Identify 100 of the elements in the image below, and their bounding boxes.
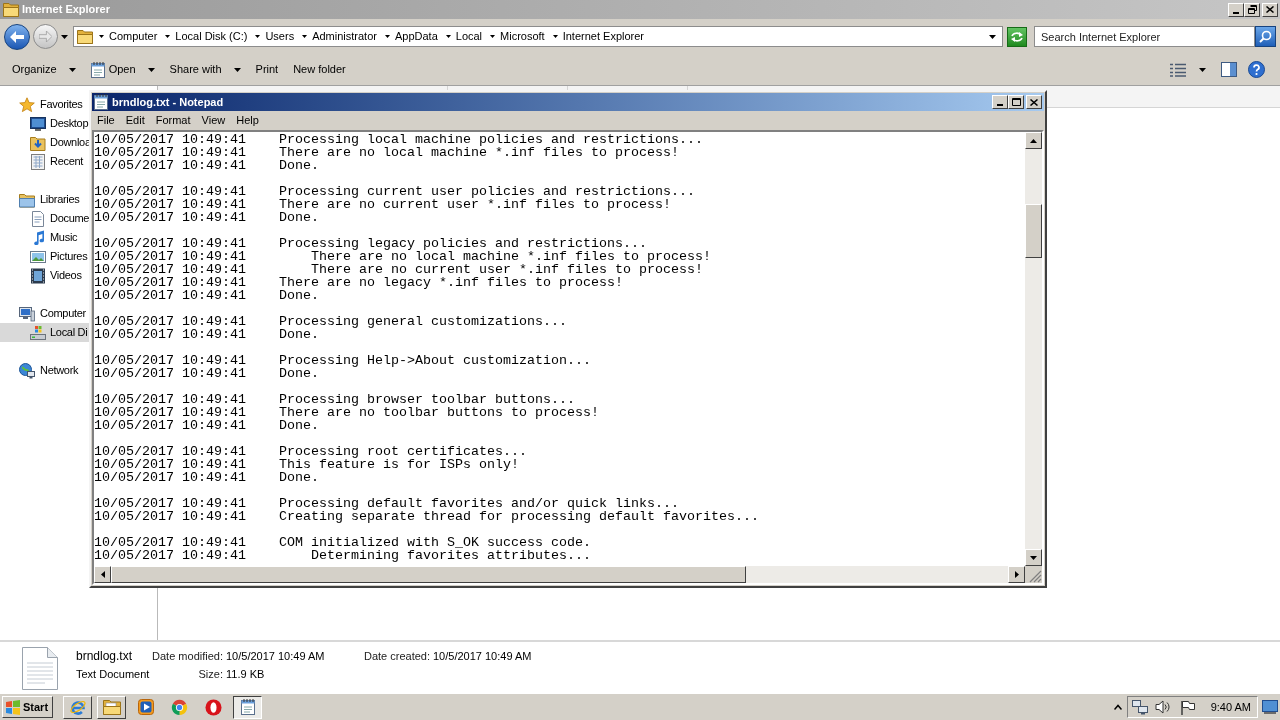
address-bar[interactable]: Computer Local Disk (C:) Users Administrator AppData Local Microsoft Internet Explorer bbox=[73, 26, 1003, 47]
nav-item[interactable]: Computer bbox=[0, 304, 89, 323]
preview-pane-icon[interactable] bbox=[1221, 62, 1237, 77]
scroll-up-button[interactable] bbox=[1025, 132, 1042, 149]
breadcrumb-item[interactable]: Local bbox=[455, 28, 483, 45]
refresh-button[interactable] bbox=[1007, 26, 1027, 47]
log-message: There are no current user *.inf files to process! bbox=[279, 198, 671, 211]
folder-arrow-icon bbox=[30, 134, 46, 151]
file-icon bbox=[22, 647, 58, 690]
caret-icon[interactable] bbox=[490, 35, 496, 38]
breadcrumb-item[interactable]: Users bbox=[265, 28, 295, 45]
toolbar-button[interactable]: Print bbox=[248, 57, 286, 82]
nav-item[interactable]: Favorites bbox=[0, 95, 89, 114]
restore-button[interactable] bbox=[1244, 2, 1260, 17]
log-timestamp: 10/05/2017 10:49:41 bbox=[94, 392, 246, 407]
caret-icon[interactable] bbox=[445, 35, 451, 38]
text-area[interactable] bbox=[94, 132, 1025, 566]
nav-item[interactable]: Docume bbox=[0, 209, 89, 228]
flag-icon[interactable] bbox=[1179, 699, 1195, 715]
horizontal-scrollbar[interactable] bbox=[94, 566, 1025, 583]
left-arrow-icon bbox=[10, 30, 24, 43]
show-desktop-icon[interactable] bbox=[1262, 700, 1278, 714]
list-view-icon[interactable] bbox=[1170, 62, 1186, 77]
nav-item[interactable]: Network bbox=[0, 361, 89, 380]
property-label: Date modified: bbox=[152, 648, 224, 664]
network-icon bbox=[19, 362, 35, 379]
log-message: Processing general customizations... bbox=[279, 315, 567, 328]
toolbar-button[interactable]: Organize bbox=[5, 57, 83, 82]
log-message: There are no toolbar buttons to process! bbox=[279, 406, 599, 419]
log-timestamp: 10/05/2017 10:49:41 bbox=[94, 210, 246, 225]
property-value: 10/5/2017 10:49 AM bbox=[226, 648, 326, 664]
close-button[interactable] bbox=[1026, 95, 1042, 109]
minimize-button[interactable] bbox=[1228, 2, 1244, 17]
log-message: This feature is for ISPs only! bbox=[279, 458, 519, 471]
scroll-thumb[interactable] bbox=[111, 566, 746, 583]
scroll-thumb[interactable] bbox=[1025, 204, 1042, 258]
log-message: Processing Help->About customization... bbox=[279, 354, 591, 367]
log-message: Processing legacy policies and restrictions... bbox=[279, 237, 647, 250]
help-icon[interactable] bbox=[1248, 61, 1265, 78]
folder-icon bbox=[77, 29, 93, 44]
scroll-left-button[interactable] bbox=[94, 566, 111, 583]
caret-icon[interactable] bbox=[255, 35, 261, 38]
log-timestamp: 10/05/2017 10:49:41 bbox=[94, 444, 246, 459]
log-timestamp: 10/05/2017 10:49:41 bbox=[94, 496, 246, 511]
vertical-scrollbar[interactable] bbox=[1025, 132, 1042, 566]
right-arrow-icon bbox=[39, 31, 52, 42]
menu-item[interactable]: Edit bbox=[120, 112, 150, 129]
folder-icon bbox=[19, 191, 35, 208]
breadcrumb-item[interactable]: Microsoft bbox=[500, 28, 545, 45]
caret-icon[interactable] bbox=[61, 34, 68, 39]
nav-item[interactable]: Desktop bbox=[0, 114, 89, 133]
maximize-button[interactable] bbox=[1008, 95, 1024, 109]
minimize-icon bbox=[1233, 11, 1239, 14]
back-button[interactable] bbox=[4, 23, 30, 50]
nav-item[interactable]: Recent bbox=[0, 152, 89, 171]
close-button[interactable] bbox=[1262, 2, 1278, 17]
caret-icon[interactable] bbox=[165, 35, 171, 38]
nav-item[interactable]: Libraries bbox=[0, 190, 89, 209]
minimize-icon bbox=[997, 104, 1003, 106]
menu-item[interactable]: Format bbox=[150, 112, 196, 129]
taskbar-button[interactable] bbox=[233, 695, 262, 719]
caret-icon[interactable] bbox=[99, 35, 104, 38]
scroll-right-button[interactable] bbox=[1008, 566, 1025, 583]
left-arrow-icon bbox=[100, 571, 105, 578]
caret-icon[interactable] bbox=[384, 35, 390, 38]
nav-item[interactable]: Pictures bbox=[0, 247, 89, 266]
toolbar-button[interactable]: New folder bbox=[286, 57, 353, 82]
speaker-icon[interactable] bbox=[1154, 700, 1170, 714]
minimize-button[interactable] bbox=[992, 95, 1008, 109]
start-button[interactable]: Start bbox=[2, 696, 53, 718]
caret-icon bbox=[68, 67, 76, 72]
nav-item[interactable]: Music bbox=[0, 228, 89, 247]
search-field[interactable]: Search Internet Explorer bbox=[1034, 26, 1255, 47]
caret-icon[interactable] bbox=[989, 34, 996, 39]
scroll-down-button[interactable] bbox=[1025, 549, 1042, 566]
caret-icon[interactable] bbox=[302, 35, 308, 38]
search-button[interactable] bbox=[1255, 26, 1276, 47]
star-icon bbox=[19, 96, 35, 113]
menu-item[interactable]: File bbox=[92, 112, 120, 129]
nav-item[interactable]: Videos bbox=[0, 266, 89, 285]
menu-item[interactable]: Help bbox=[231, 112, 264, 129]
toolbar-button[interactable]: Open bbox=[83, 57, 162, 82]
breadcrumb-item[interactable]: Administrator bbox=[312, 28, 377, 45]
log-message: Processing browser toolbar buttons... bbox=[279, 393, 575, 406]
nav-item[interactable]: Local Di bbox=[0, 323, 89, 342]
toolbar-button[interactable]: Share with bbox=[162, 57, 248, 82]
caret-icon[interactable] bbox=[552, 35, 558, 38]
breadcrumb-item[interactable]: Local Disk (C:) bbox=[175, 28, 248, 45]
log-message: Determining favorites attributes... bbox=[311, 549, 591, 562]
breadcrumb-item[interactable]: Internet Explorer bbox=[562, 28, 644, 45]
caret-icon[interactable] bbox=[1199, 67, 1206, 72]
chevron-up-icon[interactable] bbox=[1113, 704, 1122, 710]
document-grid-icon bbox=[30, 153, 46, 170]
breadcrumb-item[interactable]: AppData bbox=[394, 28, 438, 45]
clock[interactable]: 9:40 AM bbox=[1210, 698, 1251, 716]
network-icon[interactable] bbox=[1131, 699, 1148, 715]
breadcrumb-item[interactable]: Computer bbox=[109, 28, 158, 45]
refresh-icon bbox=[1010, 30, 1024, 43]
log-timestamp: 10/05/2017 10:49:41 bbox=[94, 405, 246, 420]
menu-item[interactable]: View bbox=[196, 112, 231, 129]
